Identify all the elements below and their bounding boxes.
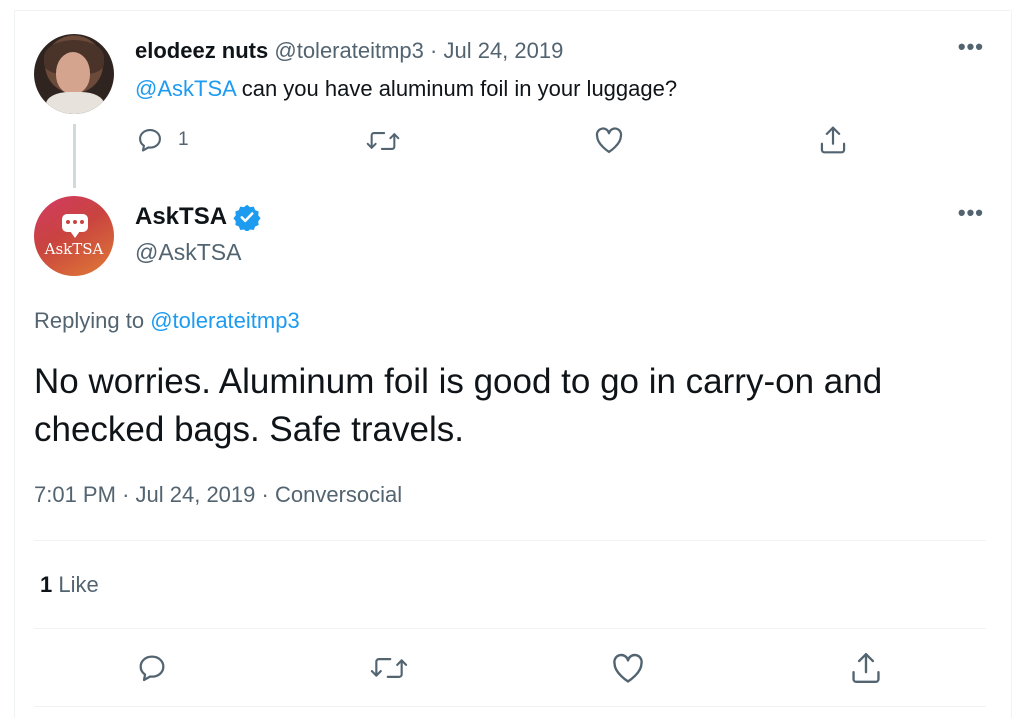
divider [34, 628, 986, 629]
parent-tweet-date[interactable]: Jul 24, 2019 [443, 38, 563, 63]
thread-line [73, 124, 76, 188]
card-right-border [1011, 10, 1012, 718]
parent-reply-count: 1 [178, 129, 189, 150]
chat-dots-icon [65, 220, 85, 224]
avatar-shirt [46, 92, 104, 114]
main-share-button[interactable] [849, 650, 883, 686]
parent-tweet-body: can you have aluminum foil in your lugga… [235, 76, 678, 101]
reply-icon [139, 129, 161, 152]
main-author-name[interactable]: AskTSA [135, 200, 227, 234]
main-author-handle[interactable]: @AskTSA [135, 236, 241, 268]
parent-mention-link[interactable]: @AskTSA [135, 76, 236, 101]
parent-tweet-header: elodeez nuts @tolerateitmp3 · Jul 24, 20… [135, 36, 563, 66]
replying-to-label: Replying to [34, 308, 151, 333]
card-left-border [14, 10, 15, 718]
main-author-row: AskTSA [135, 200, 261, 234]
avatar-face [56, 52, 90, 94]
main-reply-button[interactable] [136, 652, 168, 684]
parent-tweet-text: @AskTSA can you have aluminum foil in yo… [135, 74, 677, 104]
parent-more-icon[interactable]: ••• [958, 34, 984, 60]
parent-author-name[interactable]: elodeez nuts [135, 38, 268, 63]
divider [34, 706, 986, 707]
tweet-metadata: 7:01 PM · Jul 24, 2019 · Conversocial [34, 480, 402, 510]
replying-to-link[interactable]: @tolerateitmp3 [150, 308, 300, 333]
parent-share-button[interactable] [818, 124, 848, 156]
main-retweet-button[interactable] [370, 654, 408, 682]
likes-stat[interactable]: 1 Like [40, 570, 99, 600]
meta-separator: · [122, 482, 130, 507]
divider [34, 540, 986, 541]
card-top-border [14, 10, 1010, 11]
retweet-icon [370, 658, 408, 678]
verified-badge-icon [233, 204, 261, 231]
share-icon [820, 126, 846, 154]
replying-to-line: Replying to @tolerateitmp3 [34, 306, 300, 336]
header-separator: · [430, 38, 438, 63]
likes-label: Like [58, 572, 99, 597]
reply-icon [139, 655, 165, 682]
avatar-logo-text: AskTSA [44, 240, 104, 258]
asktsa-avatar[interactable]: AskTSA [34, 196, 114, 276]
heart-icon [595, 127, 623, 153]
main-like-button[interactable] [611, 652, 645, 684]
main-tweet-text: No worries. Aluminum foil is good to go … [34, 362, 883, 449]
parent-avatar[interactable] [34, 34, 114, 114]
main-more-icon[interactable]: ••• [958, 200, 984, 226]
share-icon [852, 652, 880, 684]
tweet-date[interactable]: Jul 24, 2019 [136, 482, 256, 507]
retweet-icon [366, 132, 400, 150]
parent-like-button[interactable] [594, 126, 624, 154]
parent-reply-button[interactable]: 1 [136, 126, 189, 154]
meta-separator: · [261, 482, 269, 507]
tweet-source[interactable]: Conversocial [275, 482, 402, 507]
parent-retweet-button[interactable] [366, 128, 400, 154]
likes-count: 1 [40, 572, 53, 597]
parent-author-handle[interactable]: @tolerateitmp3 [274, 38, 424, 63]
heart-icon [613, 653, 643, 683]
tweet-time[interactable]: 7:01 PM [34, 482, 116, 507]
